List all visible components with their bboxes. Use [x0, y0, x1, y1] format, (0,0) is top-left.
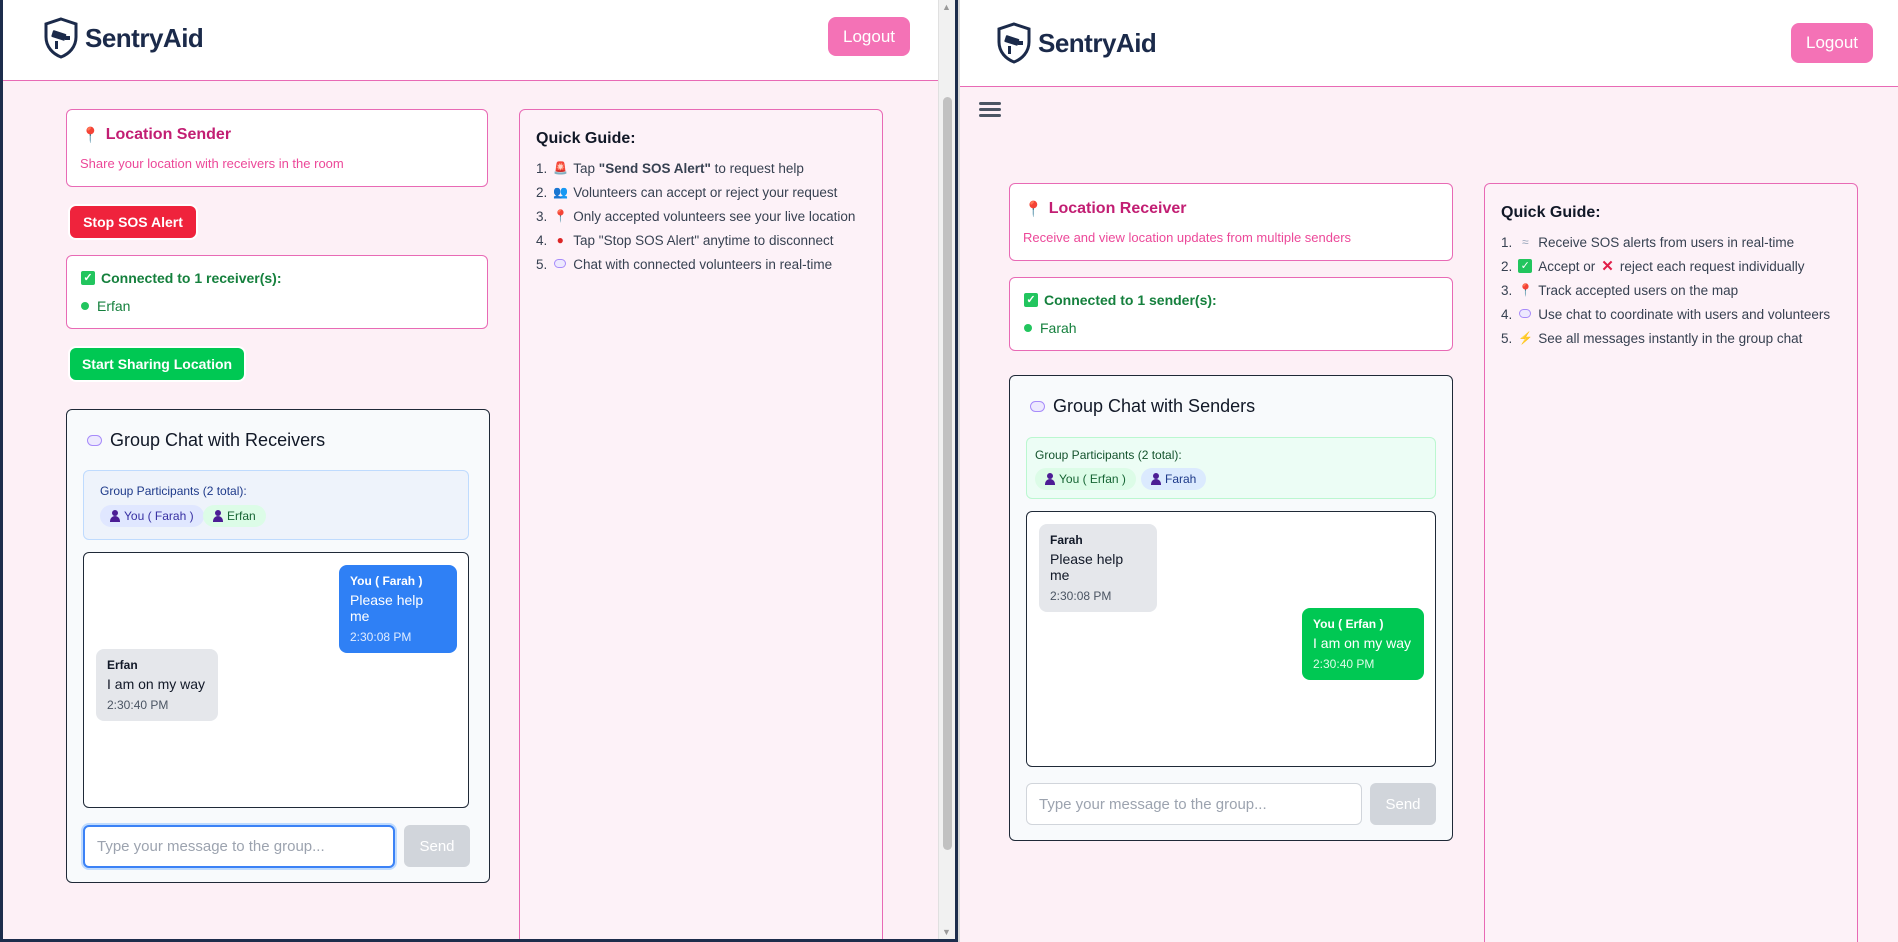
- online-dot-icon: [81, 302, 89, 310]
- check-icon: ✓: [81, 271, 95, 285]
- participants-title: Group Participants (2 total):: [1035, 448, 1182, 462]
- quick-guide-panel: Quick Guide: 1. 🚨 Tap "Send SOS Alert" t…: [519, 109, 883, 939]
- logout-button[interactable]: Logout: [1791, 23, 1873, 63]
- scroll-up-icon[interactable]: ▲: [942, 2, 951, 12]
- guide-list: 1. 🚨 Tap "Send SOS Alert" to request hel…: [536, 156, 855, 276]
- person-icon: [110, 510, 120, 522]
- scrollbar[interactable]: ▲ ▼: [938, 0, 955, 939]
- card-title: 📍 Location Sender: [81, 126, 232, 144]
- participants-box: Group Participants (2 total): You ( Erfa…: [1026, 437, 1436, 499]
- check-icon: ✓: [1024, 293, 1038, 307]
- stop-icon: ●: [556, 233, 564, 247]
- chat-title: Group Chat with Senders: [1030, 396, 1255, 417]
- group-chat-panel: Group Chat with Senders Group Participan…: [1009, 375, 1453, 841]
- logout-button[interactable]: Logout: [828, 17, 910, 56]
- card-subtitle: Receive and view location updates from m…: [1023, 230, 1352, 245]
- pin-icon: 📍: [1024, 201, 1043, 218]
- cross-icon: ✕: [1601, 258, 1614, 275]
- message-bubble-own: You ( Farah ) Please help me 2:30:08 PM: [339, 565, 457, 653]
- lightning-icon: ⚡: [1518, 331, 1534, 345]
- pin-icon: 📍: [1518, 283, 1534, 297]
- participant-chip: Erfan: [203, 505, 266, 527]
- connection-title: ✓ Connected to 1 receiver(s):: [81, 270, 282, 286]
- person-icon: [1151, 473, 1161, 485]
- connected-user: Erfan: [81, 298, 130, 314]
- guide-item: 5. Chat with connected volunteers in rea…: [536, 256, 833, 272]
- send-button[interactable]: Send: [1370, 783, 1436, 825]
- header: SentryAid Logout: [960, 0, 1898, 87]
- quick-guide-panel: Quick Guide: 1. ≈ Receive SOS alerts fro…: [1484, 183, 1858, 942]
- guide-title: Quick Guide:: [1501, 204, 1601, 221]
- message-input[interactable]: Type your message to the group...: [83, 825, 395, 868]
- guide-item: 1. ≈ Receive SOS alerts from users in re…: [1501, 234, 1795, 250]
- speech-bubble-icon: [87, 435, 102, 446]
- send-button[interactable]: Send: [404, 825, 470, 867]
- message-bubble: Farah Please help me 2:30:08 PM: [1039, 524, 1157, 612]
- chat-icon: [553, 257, 567, 271]
- guide-item: 3. 📍 Track accepted users on the map: [1501, 282, 1739, 298]
- brand-logo[interactable]: SentryAid: [43, 17, 204, 59]
- people-icon: 👥: [553, 185, 569, 199]
- pin-icon: 📍: [553, 209, 569, 223]
- participants-box: Group Participants (2 total): You ( Fara…: [83, 470, 469, 540]
- participant-chip: Farah: [1141, 468, 1207, 490]
- guide-item: 5. ⚡ See all messages instantly in the g…: [1501, 330, 1803, 346]
- online-dot-icon: [1024, 324, 1032, 332]
- connection-status-card: ✓ Connected to 1 sender(s): Farah: [1009, 277, 1453, 351]
- location-sender-card: 📍 Location Sender Share your location wi…: [66, 109, 488, 187]
- brand-name: SentryAid: [85, 22, 204, 53]
- guide-item: 3. 📍 Only accepted volunteers see your l…: [536, 208, 856, 224]
- connection-status-card: ✓ Connected to 1 receiver(s): Erfan: [66, 255, 488, 329]
- person-icon: [213, 510, 223, 522]
- chat-title: Group Chat with Receivers: [87, 430, 325, 451]
- guide-item: 4. Use chat to coordinate with users and…: [1501, 306, 1831, 322]
- header: SentryAid Logout: [3, 0, 938, 81]
- shield-camera-icon: [44, 17, 78, 59]
- connected-user: Farah: [1024, 320, 1077, 336]
- participant-chip: You ( Farah ): [100, 505, 204, 527]
- message-bubble-own: You ( Erfan ) I am on my way 2:30:40 PM: [1302, 608, 1424, 680]
- guide-title: Quick Guide:: [536, 130, 636, 147]
- card-title: 📍 Location Receiver: [1024, 200, 1187, 218]
- message-list[interactable]: You ( Farah ) Please help me 2:30:08 PM …: [83, 552, 469, 808]
- menu-hamburger-icon[interactable]: [979, 102, 1001, 118]
- guide-item: 2. ✓ Accept or ✕ reject each request ind…: [1501, 258, 1805, 275]
- guide-item: 4. ● Tap "Stop SOS Alert" anytime to dis…: [536, 232, 834, 248]
- alert-icon: ≈: [1521, 235, 1529, 249]
- start-sharing-button[interactable]: Start Sharing Location: [70, 348, 244, 380]
- pin-icon: 📍: [81, 127, 100, 144]
- group-chat-panel: Group Chat with Receivers Group Particip…: [66, 409, 490, 883]
- message-input[interactable]: Type your message to the group...: [1026, 783, 1362, 825]
- chat-icon: [1518, 307, 1532, 321]
- brand-name: SentryAid: [1038, 27, 1157, 58]
- stop-sos-button[interactable]: Stop SOS Alert: [70, 206, 196, 238]
- shield-camera-icon: [997, 22, 1031, 64]
- receiver-window: SentryAid Logout 📍 Location Receiver Rec…: [958, 0, 1898, 942]
- scrollbar-thumb[interactable]: [943, 97, 952, 850]
- card-subtitle: Share your location with receivers in th…: [80, 156, 344, 171]
- guide-item: 1. 🚨 Tap "Send SOS Alert" to request hel…: [536, 160, 804, 176]
- guide-item: 2. 👥 Volunteers can accept or reject you…: [536, 184, 838, 200]
- person-icon: [1045, 473, 1055, 485]
- brand-logo[interactable]: SentryAid: [996, 22, 1157, 64]
- location-receiver-card: 📍 Location Receiver Receive and view loc…: [1009, 183, 1453, 261]
- participants-title: Group Participants (2 total):: [100, 484, 247, 498]
- guide-list: 1. ≈ Receive SOS alerts from users in re…: [1501, 230, 1830, 350]
- message-list[interactable]: Farah Please help me 2:30:08 PM You ( Er…: [1026, 511, 1436, 767]
- message-bubble: Erfan I am on my way 2:30:40 PM: [96, 649, 218, 721]
- participant-chip: You ( Erfan ): [1035, 468, 1136, 490]
- check-icon: ✓: [1518, 259, 1533, 273]
- scroll-down-icon[interactable]: ▼: [942, 927, 951, 937]
- siren-icon: 🚨: [553, 161, 569, 175]
- speech-bubble-icon: [1030, 401, 1045, 412]
- connection-title: ✓ Connected to 1 sender(s):: [1024, 292, 1217, 308]
- sender-window: SentryAid Logout 📍 Location Sender Share…: [0, 0, 958, 942]
